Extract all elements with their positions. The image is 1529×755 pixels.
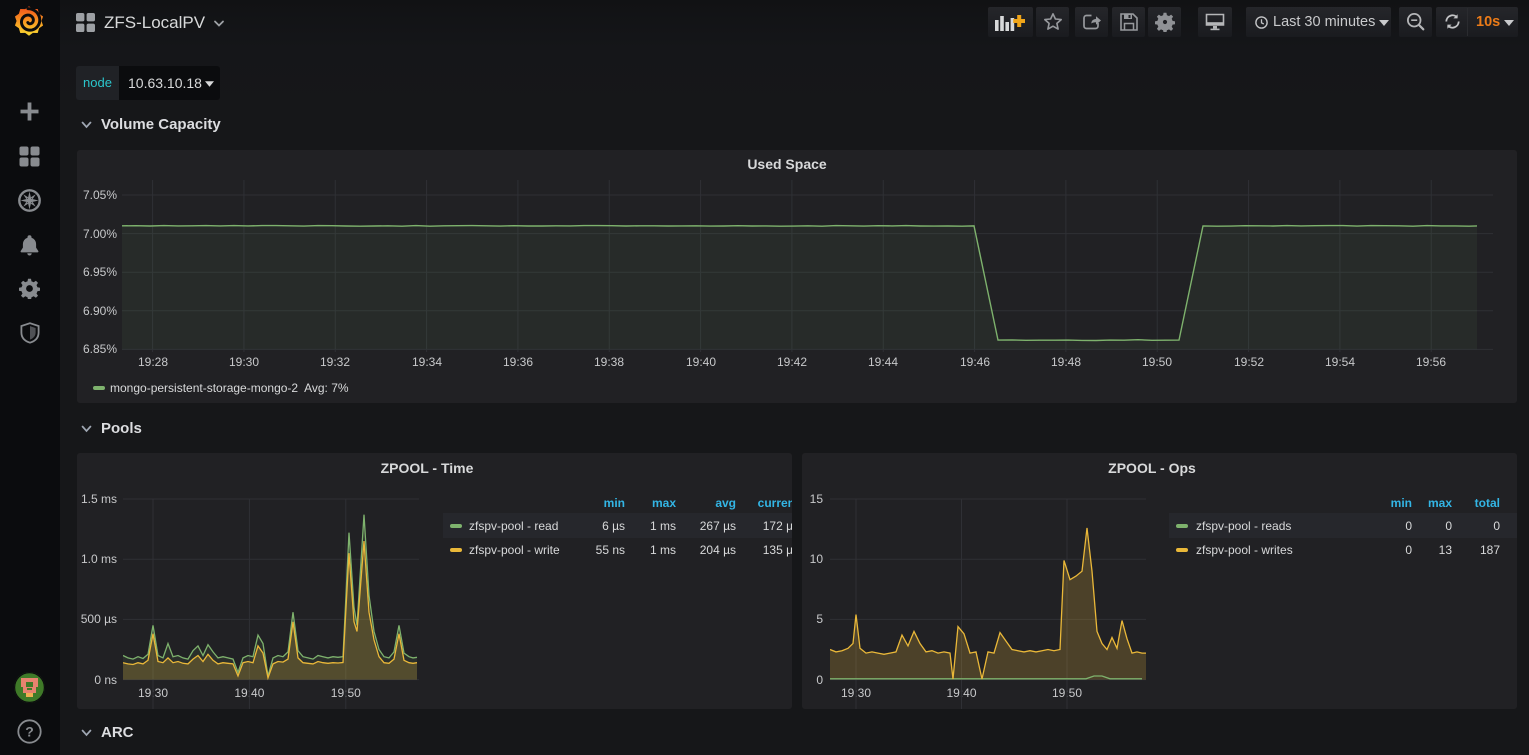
svg-text:?: ?	[25, 724, 34, 740]
